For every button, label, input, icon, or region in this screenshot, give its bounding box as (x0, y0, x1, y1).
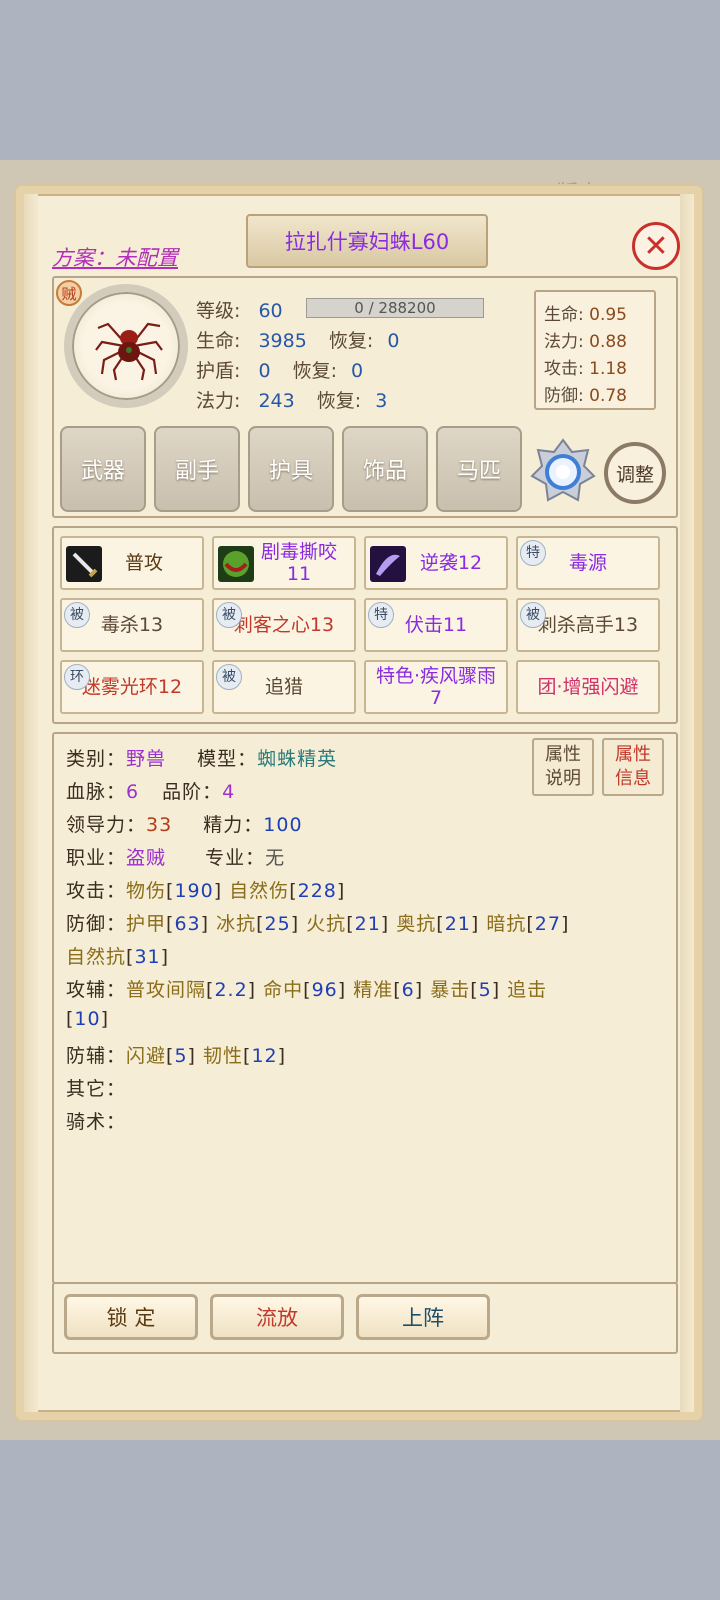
attr-class-row: 职业：盗贼 专业：无 (66, 847, 286, 869)
skill-assassination-master[interactable]: 被 刺杀高手13 (516, 598, 660, 652)
skill-poison-kill[interactable]: 被 毒杀13 (60, 598, 204, 652)
attr-defense-row: 防御：护甲[63] 冰抗[25] 火抗[21] 奥抗[21] 暗抗[27] (66, 913, 570, 935)
attr-bloodline-row: 血脉：6 品阶：4 (66, 781, 236, 803)
weapon-slot[interactable]: 武器 (60, 426, 146, 512)
class-value: 盗贼 (126, 847, 167, 869)
mp-value: 243 (258, 390, 295, 412)
lock-button[interactable]: 锁 定 (64, 1294, 198, 1340)
skill-mist-aura[interactable]: 环 迷雾光环12 (60, 660, 204, 714)
close-icon: ✕ (643, 228, 669, 264)
adjust-button[interactable]: 调整 (604, 442, 666, 504)
panel-edge-left (24, 194, 38, 1412)
skill-tag-special: 特 (520, 540, 546, 566)
deploy-button[interactable]: 上阵 (356, 1294, 490, 1340)
attr-offense-aux-row-cont: [10] (66, 1008, 110, 1030)
skill-tag-passive: 被 (64, 602, 90, 628)
pet-title: 拉扎什寡妇蛛L60 (246, 214, 488, 268)
level-row: 等级: 60 (196, 296, 283, 323)
rank-medal-icon[interactable] (530, 438, 596, 504)
attr-leadership-row: 领导力：33 精力：100 (66, 814, 303, 836)
growth-hp: 生命: 0.95 (544, 305, 627, 325)
growth-box: 生命: 0.95 法力: 0.88 攻击: 1.18 防御: 0.78 (534, 290, 656, 410)
attr-defense-aux-row: 防辅：闪避[5] 韧性[12] (66, 1045, 287, 1067)
shield-regen-value: 0 (351, 360, 364, 382)
skill-tag-passive: 被 (520, 602, 546, 628)
shield-row: 护盾: 0 恢复: 0 (196, 356, 363, 383)
offhand-slot[interactable]: 副手 (154, 426, 240, 512)
shield-regen-label: 恢复: (292, 360, 337, 382)
shield-value: 0 (258, 360, 271, 382)
release-button[interactable]: 流放 (210, 1294, 344, 1340)
bloodline-value: 6 (126, 781, 140, 803)
spider-portrait-icon (95, 322, 163, 381)
attr-offense-aux-row: 攻辅：普攻间隔[2.2] 命中[96] 精准[6] 暴击[5] 追击 (66, 979, 548, 1001)
skill-assassin-heart[interactable]: 被 刺客之心13 (212, 598, 356, 652)
skill-ambush[interactable]: 特 伏击11 (364, 598, 508, 652)
skill-basic-attack[interactable]: 普攻 (60, 536, 204, 590)
exp-bar: 0 / 288200 (306, 298, 484, 318)
pet-detail-panel: 方案：未配置 拉扎什寡妇蛛L60 ✕ 贼 等级: 60 0 / 288200 生… (16, 186, 702, 1420)
skill-tag-passive: 被 (216, 602, 242, 628)
attr-info-button[interactable]: 属性 信息 (602, 738, 664, 796)
backdrop-bottom (0, 1440, 720, 1600)
hp-row: 生命: 3985 恢复: 0 (196, 326, 399, 353)
mp-regen-value: 3 (375, 390, 388, 412)
hp-regen-value: 0 (387, 330, 400, 352)
sword-icon (66, 546, 102, 582)
skill-poison-bite[interactable]: 剧毒撕咬 11 (212, 536, 356, 590)
attr-description-button[interactable]: 属性 说明 (532, 738, 594, 796)
backdrop-top (0, 0, 720, 160)
poison-bite-icon (218, 546, 254, 582)
hp-value: 3985 (258, 330, 307, 352)
attr-other-row: 其它： (66, 1078, 127, 1100)
growth-attack: 攻击: 1.18 (544, 359, 627, 379)
plan-label[interactable]: 方案：未配置 (52, 242, 178, 272)
growth-mp: 法力: 0.88 (544, 332, 627, 352)
role-badge: 贼 (56, 280, 82, 306)
counterattack-icon (370, 546, 406, 582)
mp-regen-label: 恢复: (316, 390, 362, 412)
skill-storm-rain[interactable]: 特色·疾风骤雨 7 (364, 660, 508, 714)
skill-tag-passive: 被 (216, 664, 242, 690)
spec-value: 无 (265, 847, 286, 869)
close-button[interactable]: ✕ (632, 222, 680, 270)
attr-category-row: 类别：野兽 模型：蜘蛛精英 (66, 748, 338, 770)
level-value: 60 (258, 300, 283, 322)
skill-poison-source[interactable]: 特 毒源 (516, 536, 660, 590)
level-label: 等级: (196, 300, 241, 322)
model-value: 蜘蛛精英 (257, 748, 338, 770)
skill-team-evasion[interactable]: 团·增强闪避 (516, 660, 660, 714)
armor-slot[interactable]: 护具 (248, 426, 334, 512)
skill-hunt[interactable]: 被 追猎 (212, 660, 356, 714)
mp-row: 法力: 243 恢复: 3 (196, 386, 387, 413)
growth-defense: 防御: 0.78 (544, 386, 627, 406)
rank-value: 4 (222, 781, 236, 803)
skill-counterattack[interactable]: 逆袭12 (364, 536, 508, 590)
mp-label: 法力: (196, 390, 241, 412)
hp-label: 生命: (196, 330, 241, 352)
shield-label: 护盾: (196, 360, 241, 382)
category-value: 野兽 (126, 748, 167, 770)
skill-tag-special: 特 (368, 602, 394, 628)
attr-attack-row: 攻击：物伤[190] 自然伤[228] (66, 880, 346, 902)
leadership-value: 33 (146, 814, 173, 836)
attr-defense-row-cont: 自然抗[31] (66, 946, 170, 968)
energy-value: 100 (263, 814, 303, 836)
attr-riding-row: 骑术： (66, 1111, 127, 1133)
skill-tag-aura: 环 (64, 664, 90, 690)
accessory-slot[interactable]: 饰品 (342, 426, 428, 512)
mount-slot[interactable]: 马匹 (436, 426, 522, 512)
hp-regen-label: 恢复: (328, 330, 374, 352)
panel-edge-right (680, 194, 694, 1412)
